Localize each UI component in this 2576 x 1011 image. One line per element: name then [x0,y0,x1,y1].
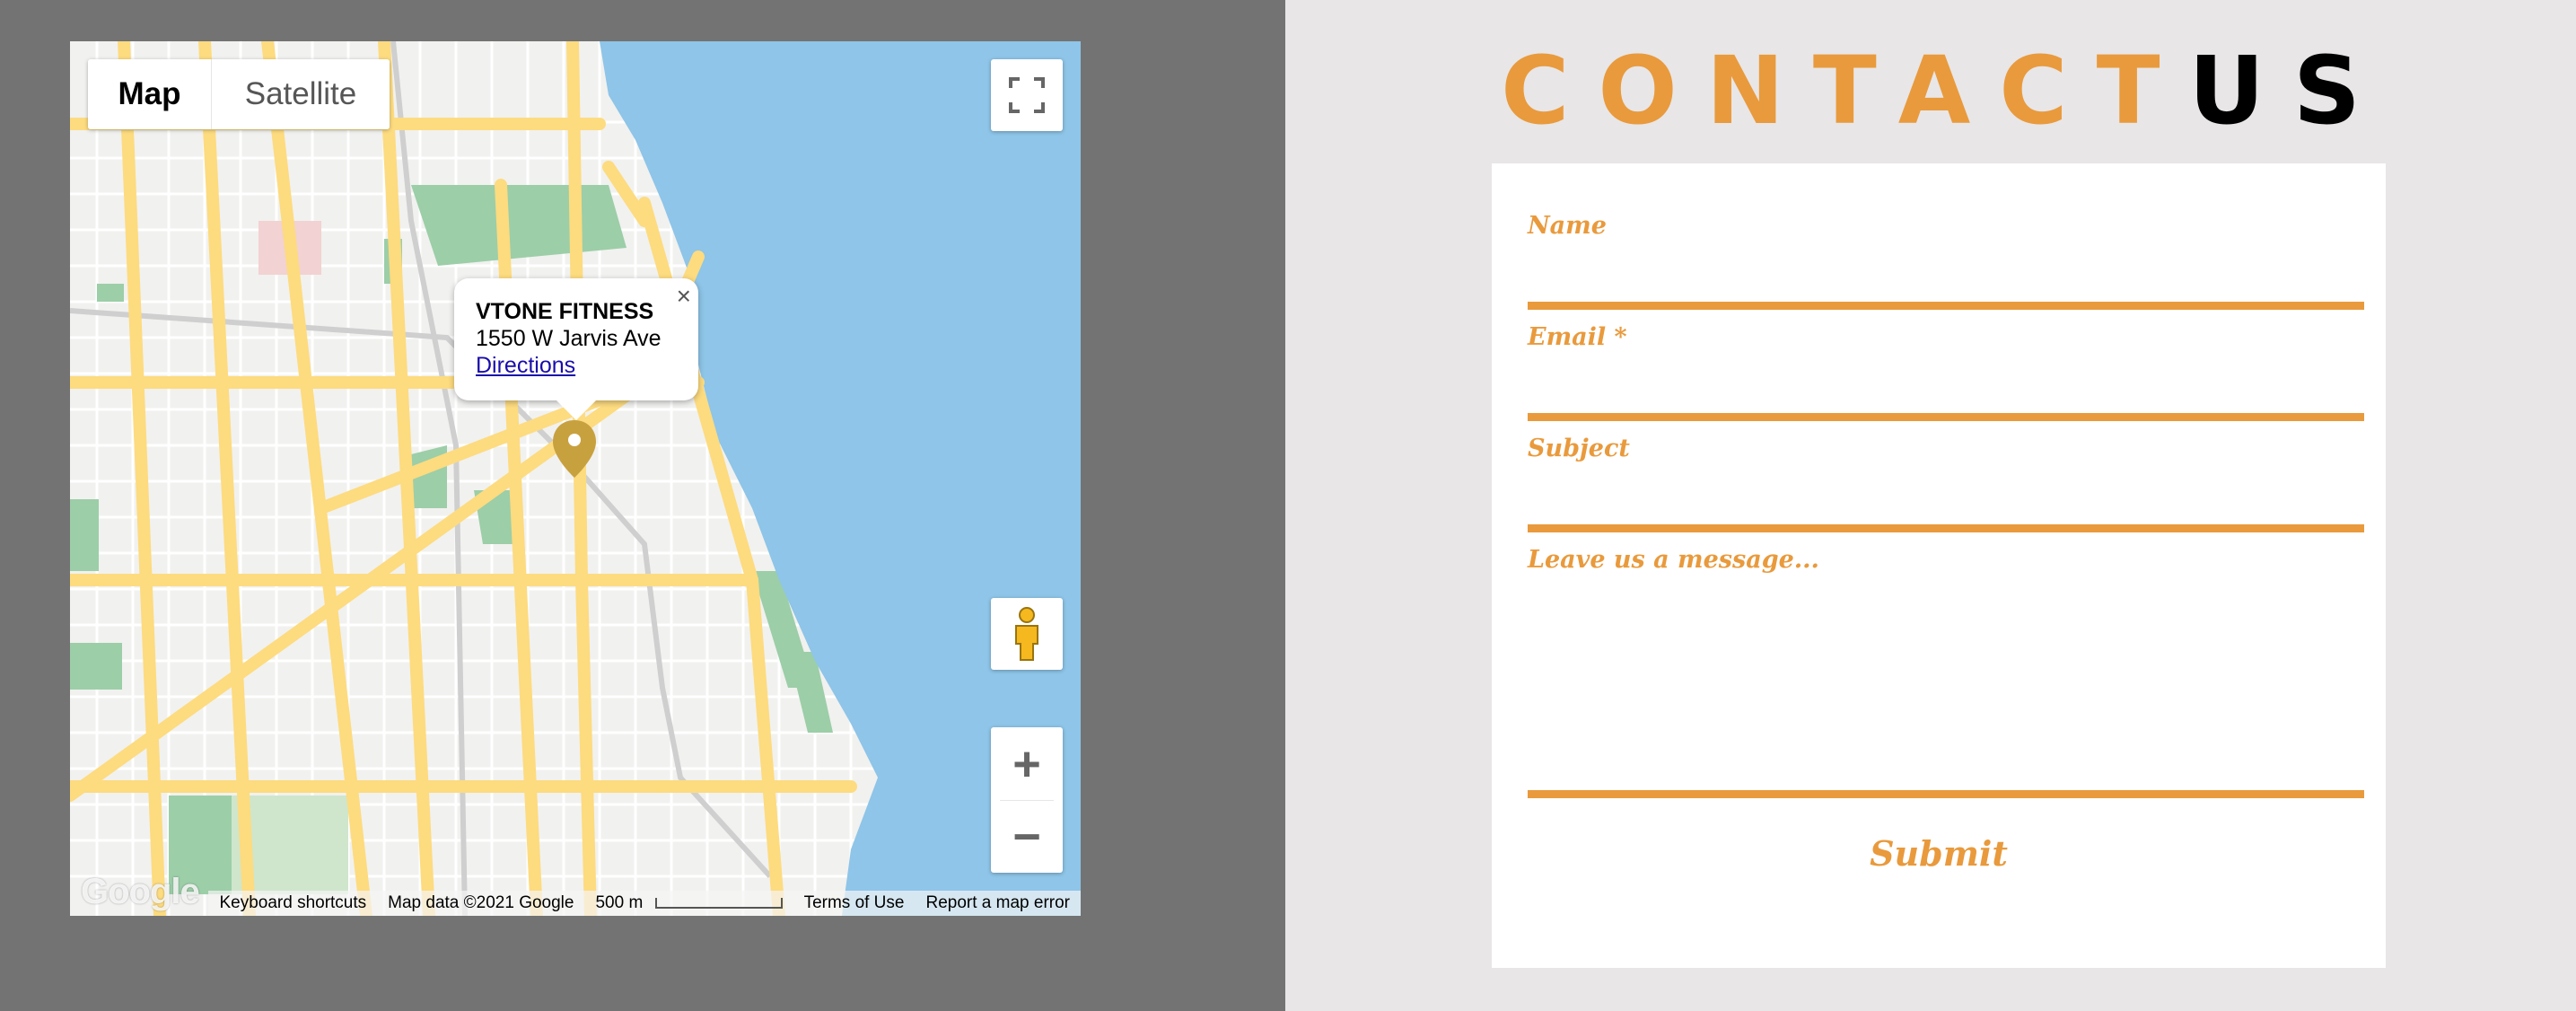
page-title: CONTACTUS [1285,36,2576,145]
zoom-out-button[interactable]: − [991,801,1063,873]
pegman-icon [1015,607,1038,661]
map-panel: Map Satellite + − VTONE FITNESS 1550 W J… [0,0,1285,1011]
keyboard-shortcuts-link[interactable]: Keyboard shortcuts [208,891,378,916]
scale-label: 500 m [595,893,644,912]
map-canvas[interactable]: Map Satellite + − VTONE FITNESS 1550 W J… [70,41,1081,916]
subject-label: Subject [1528,435,1630,462]
report-error-link[interactable]: Report a map error [915,891,1081,916]
title-part-us: US [2188,36,2389,145]
subject-field[interactable]: Subject [1528,435,2364,533]
email-label: Email * [1528,323,1627,351]
map-type-control: Map Satellite [88,59,390,129]
contact-form: Name Email * Subject Leave us a message.… [1492,163,2386,968]
submit-button[interactable]: Submit [1492,833,2386,874]
subject-underline [1528,524,2364,532]
map-pin-icon[interactable] [551,418,598,479]
email-underline [1528,413,2364,421]
map-footer: Keyboard shortcuts Map data ©2021 Google… [70,891,1081,916]
map-data-attribution: Map data ©2021 Google [377,891,585,916]
name-underline [1528,302,2364,310]
zoom-control: + − [991,727,1063,873]
zoom-in-button[interactable]: + [991,728,1063,800]
name-label: Name [1528,212,1607,240]
map-view-button[interactable]: Map [88,59,212,129]
message-underline [1528,790,2364,798]
name-field[interactable]: Name [1528,212,2364,311]
scale-indicator[interactable]: 500 m [584,891,793,916]
scale-bar [654,897,783,909]
fullscreen-icon [1009,77,1045,113]
close-icon[interactable]: × [677,284,691,309]
title-part-contact: CONTACT [1501,36,2189,145]
terms-link[interactable]: Terms of Use [793,891,916,916]
info-window: VTONE FITNESS 1550 W Jarvis Ave Directio… [454,278,698,420]
directions-link[interactable]: Directions [476,352,680,379]
info-window-title: VTONE FITNESS [476,299,654,324]
page: Map Satellite + − VTONE FITNESS 1550 W J… [0,0,2576,1011]
fullscreen-button[interactable] [991,59,1063,131]
email-field[interactable]: Email * [1528,323,2364,422]
satellite-view-button[interactable]: Satellite [212,59,390,129]
contact-panel: CONTACTUS Name Email * Subject Leave us … [1285,0,2576,1011]
message-label: Leave us a message... [1528,546,1819,574]
info-window-address: 1550 W Jarvis Ave [476,326,662,351]
message-field[interactable]: Leave us a message... [1528,546,2364,799]
street-view-button[interactable] [991,598,1063,670]
